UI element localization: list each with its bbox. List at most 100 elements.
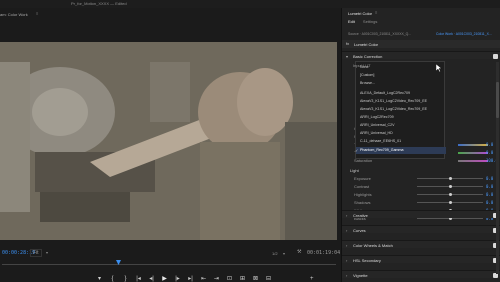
lut-option-selected[interactable]: Phantom_Rec709_Gamma	[356, 147, 446, 154]
row-shadows-label: Shadows	[354, 200, 371, 205]
effect-header: fx Lumetri Color	[342, 40, 500, 48]
tint-slider[interactable]	[458, 152, 488, 154]
monitor-menu-icon[interactable]: ≡	[36, 11, 38, 16]
extract-button[interactable]: ⇥	[213, 276, 220, 282]
playhead-scrubber[interactable]	[2, 260, 336, 267]
slider-knob[interactable]	[449, 192, 452, 196]
lut-option[interactable]: ARRI_Universal_HD	[356, 130, 446, 137]
export-frame-button[interactable]: ⊡	[226, 276, 233, 282]
mark-in-button[interactable]: {	[109, 276, 116, 282]
section-curves[interactable]: › Curves	[342, 225, 500, 233]
go-to-out-button[interactable]: ▸|	[187, 276, 194, 282]
saturation-slider[interactable]	[458, 160, 488, 162]
scrollbar-thumb[interactable]	[496, 82, 499, 118]
scrub-track[interactable]	[2, 264, 336, 265]
light-subheading: Light	[350, 168, 359, 173]
temperature-slider[interactable]	[458, 144, 488, 146]
add-marker-button[interactable]: ▾	[96, 276, 103, 282]
slider-knob[interactable]	[449, 184, 452, 188]
slider-knob[interactable]	[449, 200, 452, 204]
shadows-slider[interactable]	[417, 200, 483, 204]
lut-option[interactable]: ARRI_Universal_C2V	[356, 122, 446, 129]
section-label: Color Wheels & Match	[353, 243, 393, 248]
chevron-right-icon[interactable]: ›	[346, 273, 347, 278]
input-lut-label: Input LUT	[353, 63, 371, 68]
section-label: Basic Correction	[353, 54, 383, 59]
tab-settings[interactable]: Settings	[363, 19, 377, 24]
checkmark-icon: ✓	[355, 148, 359, 153]
section-label: Creative	[353, 213, 368, 218]
toggle-proxies-button[interactable]: ⊟	[265, 276, 272, 282]
go-to-in-button[interactable]: |◂	[135, 276, 142, 282]
resolution-select[interactable]: 1/2	[272, 251, 278, 256]
chevron-right-icon[interactable]: ›	[346, 243, 347, 248]
project-title: Pr_for_Motion_XXXX — Edited	[71, 1, 127, 6]
zoom-fit-select[interactable]: Fit	[30, 249, 42, 257]
panel-menu-icon[interactable]: ≡	[375, 10, 377, 15]
top-bar: Pr_for_Motion_XXXX — Edited	[0, 0, 500, 8]
source-clip-row: Source · A001C003_210811_XXXXX_Q... Colo…	[348, 32, 500, 38]
video-content-image	[0, 42, 337, 240]
panel-scrollbar[interactable]	[496, 62, 499, 274]
button-editor-plus-icon[interactable]: +	[310, 276, 317, 282]
lut-option[interactable]: AlexaV3_K1S1_LogC2Video_Rec709_EE	[356, 106, 446, 113]
wrench-icon[interactable]: ⚒	[297, 249, 301, 255]
temperature-value[interactable]: 0.0	[486, 142, 493, 147]
chevron-down-icon[interactable]: ▾	[283, 251, 285, 256]
shadows-value[interactable]: 0.0	[486, 200, 493, 205]
section-color-wheels[interactable]: › Color Wheels & Match	[342, 240, 500, 248]
section-hsl-secondary[interactable]: › HSL Secondary	[342, 255, 500, 263]
chevron-down-icon[interactable]: ▾	[346, 54, 348, 59]
transport-controls: ▾ { } |◂ ◂| ▶ |▸ ▸| ⇤ ⇥ ⊡ ⊞ ⊠ ⊟	[96, 276, 272, 282]
row-contrast-label: Contrast	[354, 184, 370, 189]
section-creative[interactable]: › Creative	[342, 210, 500, 218]
blacks-slider[interactable]	[417, 216, 483, 220]
row-highlights-label: Highlights	[354, 192, 372, 197]
lut-option[interactable]: AlexaV3_K1S1_LogC2Video_Rec709_EE	[356, 98, 446, 105]
step-forward-button[interactable]: |▸	[174, 276, 181, 282]
video-frame	[0, 42, 337, 240]
input-lut-dropdown[interactable]: None [Custom] Browse... ALEXA_Default_Lo…	[355, 61, 446, 159]
source-clip-label[interactable]: Source · A001C003_210811_XXXXX_Q...	[348, 32, 411, 36]
monitor-tab[interactable]: am: Color Work	[0, 12, 28, 17]
highlights-slider[interactable]	[417, 192, 483, 196]
contrast-slider[interactable]	[417, 184, 483, 188]
section-enable-checkbox[interactable]	[493, 53, 498, 59]
highlights-value[interactable]: 0.0	[486, 192, 493, 197]
mark-out-button[interactable]: }	[122, 276, 129, 282]
row-exposure-label: Exposure	[354, 176, 371, 181]
exposure-slider[interactable]	[417, 176, 483, 180]
chevron-right-icon[interactable]: ›	[346, 213, 347, 218]
section-label: Vignette	[353, 273, 368, 278]
step-back-button[interactable]: ◂|	[148, 276, 155, 282]
lut-option[interactable]: ARRI_LogC2Rec709	[356, 114, 446, 121]
tint-value[interactable]: 0.0	[486, 150, 493, 155]
tab-edit[interactable]: Edit	[348, 19, 355, 24]
chevron-down-icon[interactable]: ▾	[46, 250, 48, 255]
section-label: Curves	[353, 228, 366, 233]
lumetri-tabs: Edit Settings	[348, 19, 377, 24]
comparison-view-button[interactable]: ⊞	[239, 276, 246, 282]
section-basic-correction[interactable]: ▾ Basic Correction	[342, 51, 500, 59]
section-label: HSL Secondary	[353, 258, 381, 263]
sequence-clip-label[interactable]: Color Work · A001C003_210811_X...	[436, 32, 492, 36]
chevron-right-icon[interactable]: ›	[346, 258, 347, 263]
play-button[interactable]: ▶	[161, 276, 168, 282]
safe-margins-button[interactable]: ⊠	[252, 276, 259, 282]
program-monitor: am: Color Work ≡ 00:00:28:19 Fit ▾ 1/2 ▾…	[0, 8, 341, 282]
chevron-right-icon[interactable]: ›	[346, 228, 347, 233]
lift-button[interactable]: ⇤	[200, 276, 207, 282]
exposure-value[interactable]: 0.0	[486, 176, 493, 181]
effect-label: Lumetri Color	[354, 42, 379, 47]
mouse-cursor-icon	[436, 64, 442, 72]
duration-timecode: 00:01:19:04	[307, 250, 341, 256]
lut-option[interactable]: C-11_dehaze_EE6HS_01	[356, 138, 446, 145]
lut-option[interactable]: Browse...	[356, 80, 446, 87]
panel-title[interactable]: Lumetri Color	[348, 11, 372, 16]
lut-option[interactable]: ALEXA_Default_LogC2Rec709	[356, 90, 446, 97]
slider-knob[interactable]	[449, 176, 452, 180]
lut-option[interactable]: [Custom]	[356, 72, 446, 79]
section-vignette[interactable]: › Vignette	[342, 270, 500, 278]
contrast-value[interactable]: 0.0	[486, 184, 493, 189]
fx-icon[interactable]: fx	[346, 41, 349, 46]
